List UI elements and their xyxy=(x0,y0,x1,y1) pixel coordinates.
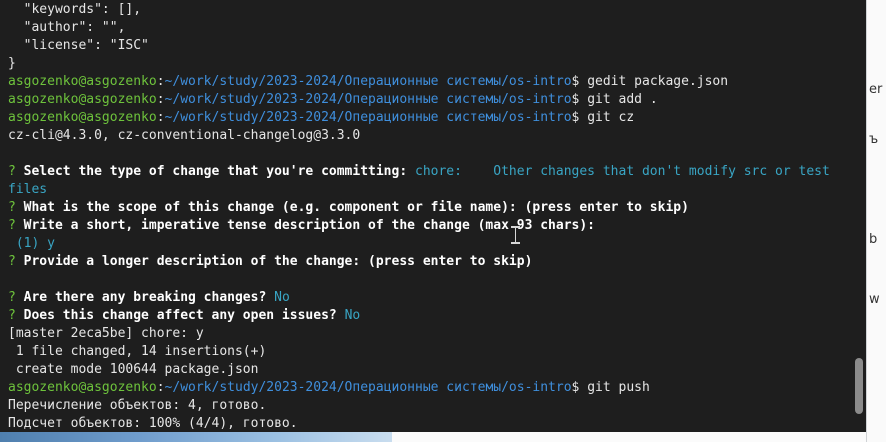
scrollbar-thumb[interactable] xyxy=(855,358,863,414)
prompt-user: asgozenko@asgozenko xyxy=(8,380,157,395)
prompt-question-line: ? What is the scope of this change (e.g.… xyxy=(8,199,848,217)
output-line: Подсчет объектов: 100% (4/4), готово. xyxy=(8,415,848,432)
output-text: cz-cli@4.3.0, cz-conventional-changelog@… xyxy=(8,128,361,143)
command-text: git add . xyxy=(579,92,658,107)
background-text-fragment: b xyxy=(869,232,878,247)
command-text: git cz xyxy=(579,110,635,125)
background-text-fragment: ъ xyxy=(869,132,879,147)
question-text: Are there any breaking changes? xyxy=(23,290,267,305)
question-text: What is the scope of this change (e.g. c… xyxy=(23,200,689,215)
prompt-user: asgozenko@asgozenko xyxy=(8,110,157,125)
prompt-line: asgozenko@asgozenko:~/work/study/2023-20… xyxy=(8,73,848,91)
prompt-line: asgozenko@asgozenko:~/work/study/2023-20… xyxy=(8,91,848,109)
command-text: gedit package.json xyxy=(579,74,729,89)
question-answer: No xyxy=(344,308,361,323)
background-text-fragment: er xyxy=(869,82,883,97)
prompt-user: asgozenko@asgozenko xyxy=(8,74,157,89)
output-text: "author": "", xyxy=(8,20,126,35)
question-mark-icon: ? xyxy=(8,218,24,233)
output-line: "license": "ISC" xyxy=(8,37,848,55)
prompt-line: asgozenko@asgozenko:~/work/study/2023-20… xyxy=(8,379,848,397)
prompt-question-line: ? Provide a longer description of the ch… xyxy=(8,253,848,271)
question-mark-icon: ? xyxy=(8,308,24,323)
prompt-path: ~/work/study/2023-2024/Операционные сист… xyxy=(164,74,572,89)
prompt-question-line: ? Write a short, imperative tense descri… xyxy=(8,217,848,235)
prompt-question-line: ? Select the type of change that you're … xyxy=(8,163,848,181)
text-cursor-icon xyxy=(511,226,520,244)
prompt-user: asgozenko@asgozenko xyxy=(8,92,157,107)
output-text: Подсчет объектов: 100% (4/4), готово. xyxy=(8,416,298,431)
answer-text: (1) y xyxy=(8,236,55,251)
prompt-separator: : xyxy=(156,74,165,89)
output-text: } xyxy=(8,56,16,71)
question-answer: chore: Other changes that don't modify s… xyxy=(415,164,830,179)
output-text: [master 2eca5be] chore: y xyxy=(8,326,204,341)
prompt-path: ~/work/study/2023-2024/Операционные сист… xyxy=(164,92,572,107)
prompt-line: asgozenko@asgozenko:~/work/study/2023-20… xyxy=(8,109,848,127)
output-line: create mode 100644 package.json xyxy=(8,361,848,379)
output-line: "keywords": [], xyxy=(8,1,848,19)
output-line: cz-cli@4.3.0, cz-conventional-changelog@… xyxy=(8,127,848,145)
question-text: Write a short, imperative tense descript… xyxy=(23,218,596,233)
prompt-separator: : xyxy=(156,92,165,107)
prompt-path: ~/work/study/2023-2024/Операционные сист… xyxy=(164,110,572,125)
output-line: [master 2eca5be] chore: y xyxy=(8,325,848,343)
prompt-path: ~/work/study/2023-2024/Операционные сист… xyxy=(164,380,572,395)
question-mark-icon: ? xyxy=(8,200,24,215)
output-line: } xyxy=(8,55,848,73)
output-text: create mode 100644 package.json xyxy=(8,362,259,377)
output-text: Перечисление объектов: 4, готово. xyxy=(8,398,267,413)
question-mark-icon: ? xyxy=(8,164,24,179)
output-text: "keywords": [], xyxy=(8,2,142,17)
answer-text: files xyxy=(8,182,48,197)
command-text: git push xyxy=(579,380,650,395)
question-mark-icon: ? xyxy=(8,290,24,305)
question-answer: No xyxy=(274,290,290,305)
answer-line: (1) y xyxy=(8,235,848,253)
background-text-fragment: w xyxy=(869,292,880,307)
answer-line: files xyxy=(8,181,848,199)
question-text: Select the type of change that you're co… xyxy=(23,164,408,179)
question-text: Does this change affect any open issues? xyxy=(23,308,337,323)
terminal-scrollbar[interactable] xyxy=(852,0,866,432)
prompt-question-line: ? Does this change affect any open issue… xyxy=(8,307,848,325)
output-text: "license": "ISC" xyxy=(8,38,149,53)
prompt-separator: : xyxy=(156,110,165,125)
prompt-question-line: ? Are there any breaking changes? No xyxy=(8,289,848,307)
output-line: "author": "", xyxy=(8,19,848,37)
background-window-right-edge: er ъ b w xyxy=(866,0,886,442)
output-line: 1 file changed, 14 insertions(+) xyxy=(8,343,848,361)
output-text: 1 file changed, 14 insertions(+) xyxy=(8,344,267,359)
question-text: Provide a longer description of the chan… xyxy=(23,254,533,269)
question-mark-icon: ? xyxy=(8,254,24,269)
terminal-window[interactable]: "keywords": [], "author": "", "license":… xyxy=(0,0,866,432)
terminal-output: "keywords": [], "author": "", "license":… xyxy=(8,1,848,432)
prompt-separator: : xyxy=(156,380,165,395)
output-line: Перечисление объектов: 4, готово. xyxy=(8,397,848,415)
